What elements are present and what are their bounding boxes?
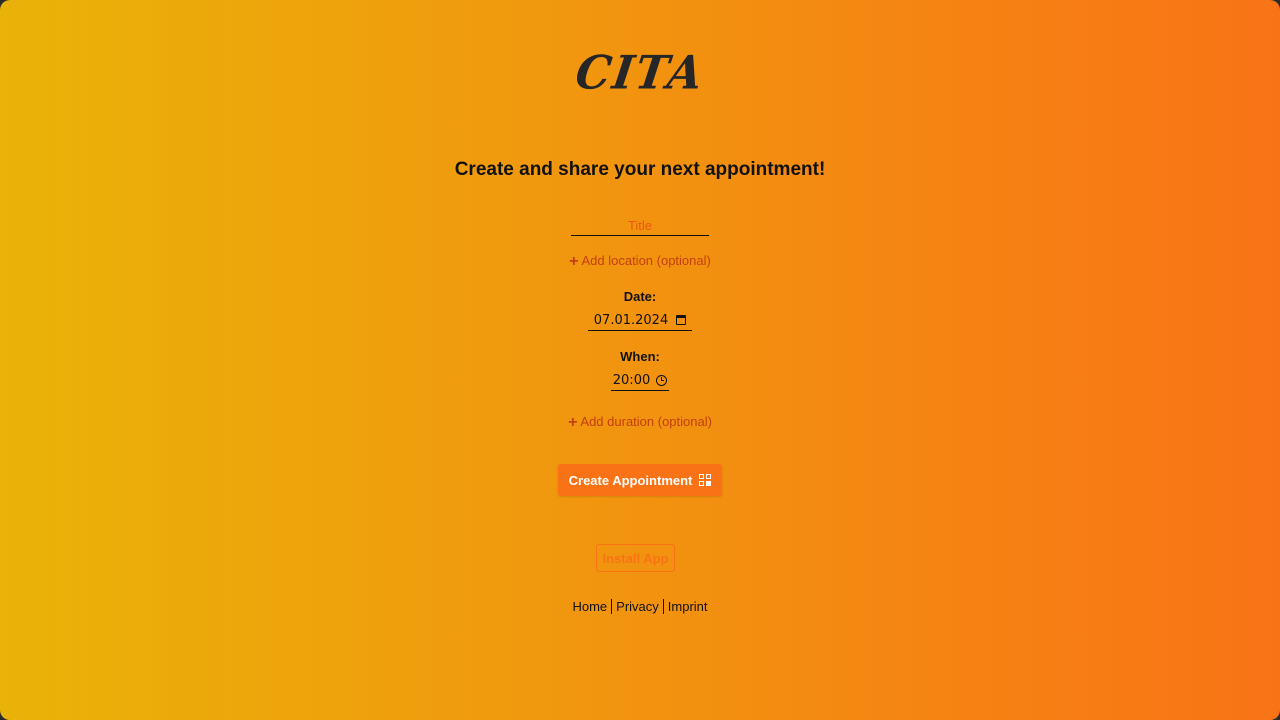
time-picker[interactable]: 20:00 (611, 370, 669, 391)
calendar-icon[interactable] (676, 315, 687, 325)
qr-code-icon (699, 474, 712, 486)
clock-icon[interactable] (656, 374, 668, 386)
time-label: When: (620, 349, 660, 364)
date-value: 07.01.2024 (593, 312, 669, 328)
time-value: 20:00 (612, 372, 651, 388)
add-location-label: Add location (optional) (581, 253, 711, 268)
add-location-link[interactable]: + Add location (optional) (0, 253, 1280, 271)
date-picker[interactable]: 07.01.2024 (588, 310, 692, 331)
create-appointment-label: Create Appointment (568, 472, 693, 488)
footer-link-imprint[interactable]: Imprint (668, 599, 708, 614)
plus-icon: + (569, 253, 579, 270)
app-logo[interactable]: CITA (0, 47, 1280, 101)
footer-link-home[interactable]: Home (572, 599, 607, 614)
add-duration-label: Add duration (optional) (580, 414, 712, 429)
add-duration-link[interactable]: + Add duration (optional) (0, 414, 1280, 432)
footer-links: Home Privacy Imprint (0, 599, 1280, 614)
footer-link-privacy[interactable]: Privacy (616, 599, 659, 614)
date-label: Date: (623, 289, 657, 304)
create-appointment-button[interactable]: Create Appointment (558, 464, 722, 496)
footer-divider (611, 599, 613, 614)
plus-icon: + (568, 414, 578, 431)
install-app-button[interactable]: Install App (596, 544, 675, 572)
app-window: CITA Create and share your next appointm… (0, 0, 1280, 720)
page-heading: Create and share your next appointment! (454, 159, 826, 180)
title-input[interactable] (571, 216, 709, 236)
footer-divider (662, 599, 664, 614)
